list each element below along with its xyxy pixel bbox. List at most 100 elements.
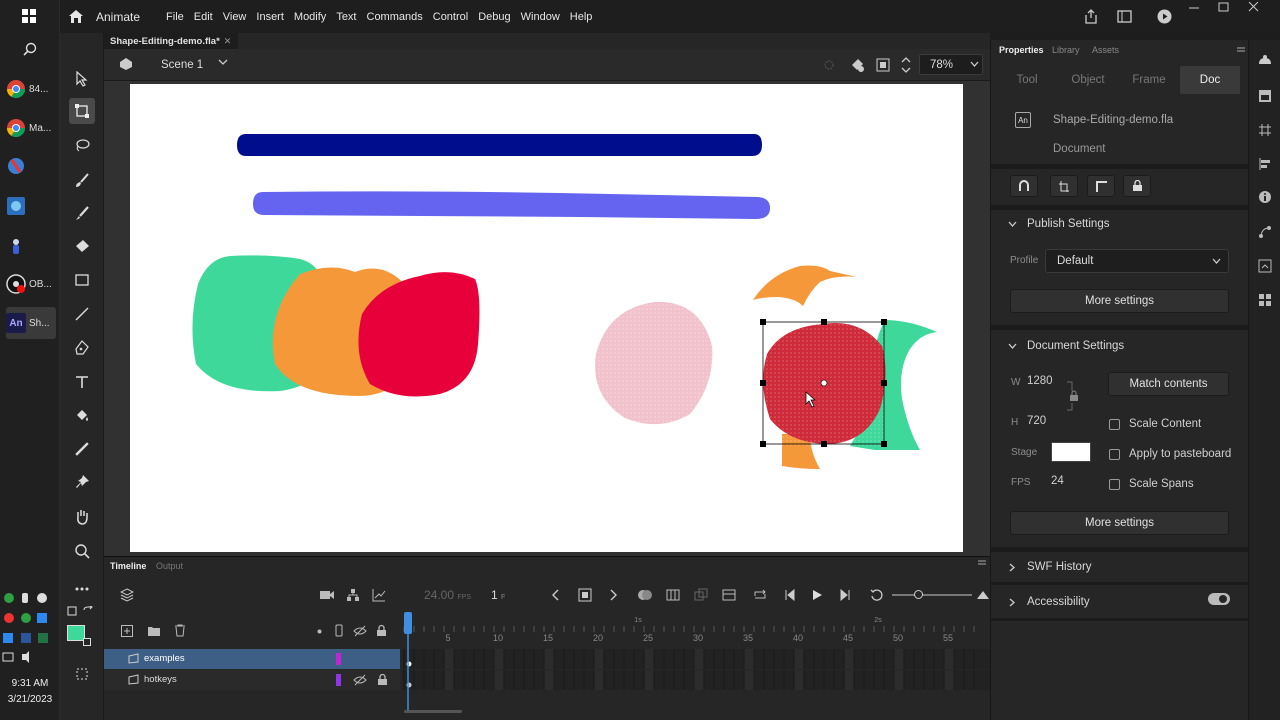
- zoom-stepper-icon[interactable]: [901, 55, 911, 75]
- match-contents-button[interactable]: Match contents: [1108, 372, 1229, 396]
- scene-icon[interactable]: [119, 57, 133, 71]
- stroke-color-swatch[interactable]: [83, 638, 91, 646]
- hidden-layer-icon[interactable]: [353, 674, 367, 686]
- share-icon[interactable]: [1084, 9, 1098, 24]
- panel-menu-icon[interactable]: [978, 559, 986, 567]
- selection-tool-icon[interactable]: [69, 66, 95, 92]
- snap-to-objects-icon[interactable]: [1010, 175, 1038, 197]
- outline-toggle-icon[interactable]: [335, 624, 343, 637]
- menu-commands[interactable]: Commands: [367, 11, 423, 23]
- profile-select[interactable]: Default: [1045, 249, 1229, 273]
- tab-timeline[interactable]: Timeline: [110, 561, 146, 571]
- line-tool-icon[interactable]: [69, 301, 95, 327]
- layers-icon[interactable]: [120, 588, 134, 602]
- scale-spans-checkbox[interactable]: [1109, 479, 1120, 490]
- paint-brush-tool-icon[interactable]: [69, 200, 95, 226]
- document-settings-title[interactable]: Document Settings: [1027, 340, 1124, 352]
- publish-settings-title[interactable]: Publish Settings: [1027, 218, 1109, 230]
- pen-tool-icon[interactable]: [69, 335, 95, 361]
- edit-multiple-frames-icon[interactable]: [694, 588, 708, 602]
- height-field[interactable]: 720: [1027, 415, 1046, 427]
- new-layer-icon[interactable]: [121, 625, 133, 637]
- maximize-icon[interactable]: [1218, 2, 1230, 12]
- close-icon[interactable]: [1248, 2, 1260, 12]
- tab-doc[interactable]: Doc: [1180, 66, 1240, 94]
- more-tools-icon[interactable]: [69, 576, 95, 602]
- motion-presets-icon[interactable]: [1258, 225, 1272, 239]
- rectangle-tool-icon[interactable]: [69, 267, 95, 293]
- menu-help[interactable]: Help: [570, 11, 593, 23]
- new-folder-icon[interactable]: [147, 625, 161, 637]
- info-icon[interactable]: [1258, 190, 1272, 204]
- lasso-tool-icon[interactable]: [69, 132, 95, 158]
- timeline-scrollbar[interactable]: [404, 710, 462, 713]
- eraser-tool-icon[interactable]: [69, 233, 95, 259]
- loop-playback-icon[interactable]: [870, 588, 884, 602]
- insert-keyframe-icon[interactable]: [578, 588, 592, 602]
- hide-all-layers-icon[interactable]: [353, 625, 367, 637]
- taskbar-app-obs[interactable]: OB...: [6, 268, 56, 300]
- taskbar-app-chrome-1[interactable]: 84...: [6, 73, 56, 105]
- code-snippets-icon[interactable]: [1258, 259, 1272, 273]
- swatches-icon[interactable]: [1258, 293, 1272, 307]
- swf-history-title[interactable]: SWF History: [1027, 561, 1092, 573]
- timeline-zoom-slider[interactable]: [892, 590, 972, 599]
- hand-tool-icon[interactable]: [69, 504, 95, 530]
- menu-edit[interactable]: Edit: [194, 11, 213, 23]
- taskbar-app-3[interactable]: [6, 150, 56, 182]
- fps-readout[interactable]: 24.00 FPS: [424, 588, 471, 602]
- menu-debug[interactable]: Debug: [478, 11, 510, 23]
- menu-modify[interactable]: Modify: [294, 11, 326, 23]
- stage-artwork[interactable]: [130, 84, 963, 552]
- accessibility-toggle[interactable]: [1208, 593, 1230, 605]
- test-movie-icon[interactable]: [1157, 9, 1172, 24]
- scale-content-checkbox[interactable]: [1109, 419, 1120, 430]
- camera-icon[interactable]: [319, 589, 335, 601]
- windows-start-icon[interactable]: [22, 9, 36, 23]
- menu-view[interactable]: View: [223, 11, 247, 23]
- minimize-icon[interactable]: [1188, 2, 1200, 12]
- chevron-right-icon[interactable]: [1009, 598, 1016, 607]
- stage[interactable]: [130, 84, 963, 552]
- menu-window[interactable]: Window: [521, 11, 560, 23]
- frame-readout[interactable]: 1 F: [491, 588, 505, 602]
- zoom-tool-icon[interactable]: [69, 538, 95, 564]
- play-icon[interactable]: [811, 589, 823, 601]
- locked-layer-icon[interactable]: [377, 673, 388, 686]
- graph-icon[interactable]: [372, 588, 386, 602]
- onion-skin-icon[interactable]: [637, 589, 653, 601]
- link-dimensions-icon[interactable]: [1066, 381, 1080, 411]
- edit-toolbar-icon[interactable]: [69, 661, 95, 687]
- layer-color-marker[interactable]: [336, 674, 341, 686]
- stage-color-swatch[interactable]: [1051, 442, 1091, 462]
- transform-origin-icon[interactable]: [1050, 175, 1078, 197]
- menu-insert[interactable]: Insert: [256, 11, 284, 23]
- cc-libraries-icon[interactable]: [1257, 54, 1273, 68]
- fps-field[interactable]: 24: [1051, 475, 1064, 487]
- tab-output[interactable]: Output: [156, 561, 183, 571]
- search-icon[interactable]: [23, 42, 37, 56]
- panel-tab-properties[interactable]: Properties: [999, 45, 1044, 55]
- align-icon[interactable]: [1258, 157, 1272, 171]
- layer-color-marker[interactable]: [336, 653, 341, 665]
- lock-all-layers-icon[interactable]: [376, 624, 387, 637]
- workspace-icon[interactable]: [1117, 10, 1132, 23]
- clip-icon[interactable]: [849, 57, 865, 73]
- snap-icon[interactable]: [822, 58, 836, 72]
- publish-more-settings-button[interactable]: More settings: [1010, 289, 1229, 313]
- next-keyframe-icon[interactable]: [608, 589, 618, 601]
- loop-icon[interactable]: [753, 588, 767, 602]
- step-back-icon[interactable]: [784, 589, 796, 601]
- apply-to-pasteboard-checkbox[interactable]: [1109, 449, 1120, 460]
- menu-control[interactable]: Control: [433, 11, 468, 23]
- taskbar-app-animate[interactable]: An Sh...: [6, 307, 56, 339]
- swap-colors-icon[interactable]: [82, 606, 94, 618]
- layer-row-hotkeys[interactable]: hotkeys: [104, 670, 400, 690]
- taskbar-app-5[interactable]: [6, 230, 56, 262]
- document-more-settings-button[interactable]: More settings: [1010, 511, 1229, 535]
- zoom-field[interactable]: 78%: [919, 54, 983, 75]
- mountain-icon[interactable]: [976, 588, 990, 600]
- tab-object[interactable]: Object: [1066, 69, 1110, 91]
- brush-tool-icon[interactable]: [69, 167, 95, 193]
- text-tool-icon[interactable]: [69, 369, 95, 395]
